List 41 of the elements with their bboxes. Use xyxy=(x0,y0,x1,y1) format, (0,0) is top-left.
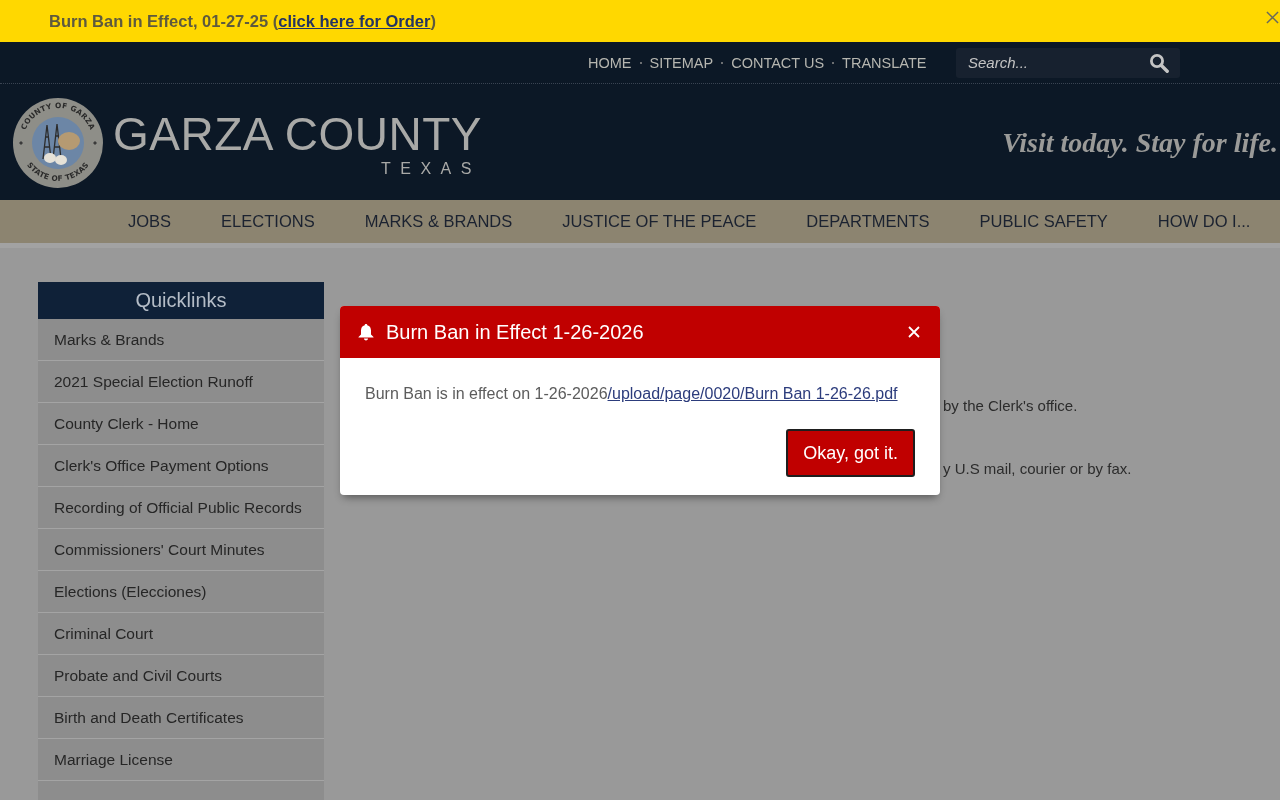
dialog-message: Burn Ban is in effect on 1-26-2026/upload/page/0020/Burn Ban 1-26-26.pdf xyxy=(365,384,899,404)
sidebar-link[interactable]: Marks & Brands xyxy=(38,319,324,361)
utility-link[interactable]: CONTACT US xyxy=(731,54,825,71)
nav-link[interactable]: HOW DO I... xyxy=(1157,212,1251,231)
ok-button[interactable]: Okay, got it. xyxy=(786,429,915,477)
sidebar-title: Quicklinks xyxy=(38,282,324,319)
utility-link[interactable]: HOME xyxy=(588,54,632,71)
sidebar-link[interactable]: County Clerk - Home xyxy=(38,403,324,445)
sidebar-link[interactable]: Commissioners' Court Minutes xyxy=(38,529,324,571)
utility-link[interactable]: TRANSLATE xyxy=(842,54,927,71)
tagline: Visit today. Stay for life. xyxy=(1002,127,1278,159)
nav-link[interactable]: PUBLIC SAFETY xyxy=(979,212,1108,231)
nav-link[interactable]: ELECTIONS xyxy=(221,212,315,231)
sidebar-link[interactable]: Recording of Official Public Records xyxy=(38,487,324,529)
sidebar-link[interactable]: Elections (Elecciones) xyxy=(38,571,324,613)
body-text: by the Clerk's office. xyxy=(943,396,1079,416)
county-name: GARZA COUNTY xyxy=(113,110,482,157)
search-field[interactable]: Search... xyxy=(956,47,1180,78)
sidebar-link[interactable]: 2021 Special Election Runoff xyxy=(38,361,324,403)
utility-link[interactable]: SITEMAP xyxy=(649,54,714,71)
bell-icon xyxy=(358,323,374,341)
search-button[interactable] xyxy=(1149,52,1169,73)
pdf-link[interactable]: /upload/page/0020/Burn Ban 1-26-26.pdf xyxy=(607,385,898,402)
sidebar-link[interactable]: Marriage License xyxy=(38,739,324,781)
close-button[interactable] xyxy=(1266,11,1280,24)
nav-link[interactable]: JOBS xyxy=(128,212,172,231)
nav-link[interactable]: DEPARTMENTS xyxy=(806,212,930,231)
sidebar-link[interactable]: Birth and Death Certificates xyxy=(38,697,324,739)
alert-message: Burn Ban in Effect, 01-27-25 (click here for Order) xyxy=(49,11,436,31)
sidebar-link[interactable]: Probate and Civil Courts xyxy=(38,655,324,697)
body-text: y U.S mail, courier or by fax. xyxy=(943,459,1132,479)
nav-link[interactable]: MARKS & BRANDS xyxy=(364,212,513,231)
nav-link[interactable]: JUSTICE OF THE PEACE xyxy=(562,212,757,231)
sidebar-link[interactable]: Criminal Court xyxy=(38,613,324,655)
sidebar-link[interactable]: Clerk's Office Payment Options xyxy=(38,445,324,487)
state-name: TEXAS xyxy=(380,158,481,179)
close-icon xyxy=(908,326,920,338)
search-icon xyxy=(1149,52,1169,73)
order-link[interactable]: click here for Order xyxy=(278,11,431,30)
close-icon xyxy=(1266,11,1279,24)
dialog-title: Burn Ban in Effect 1-26-2026 xyxy=(386,320,645,344)
